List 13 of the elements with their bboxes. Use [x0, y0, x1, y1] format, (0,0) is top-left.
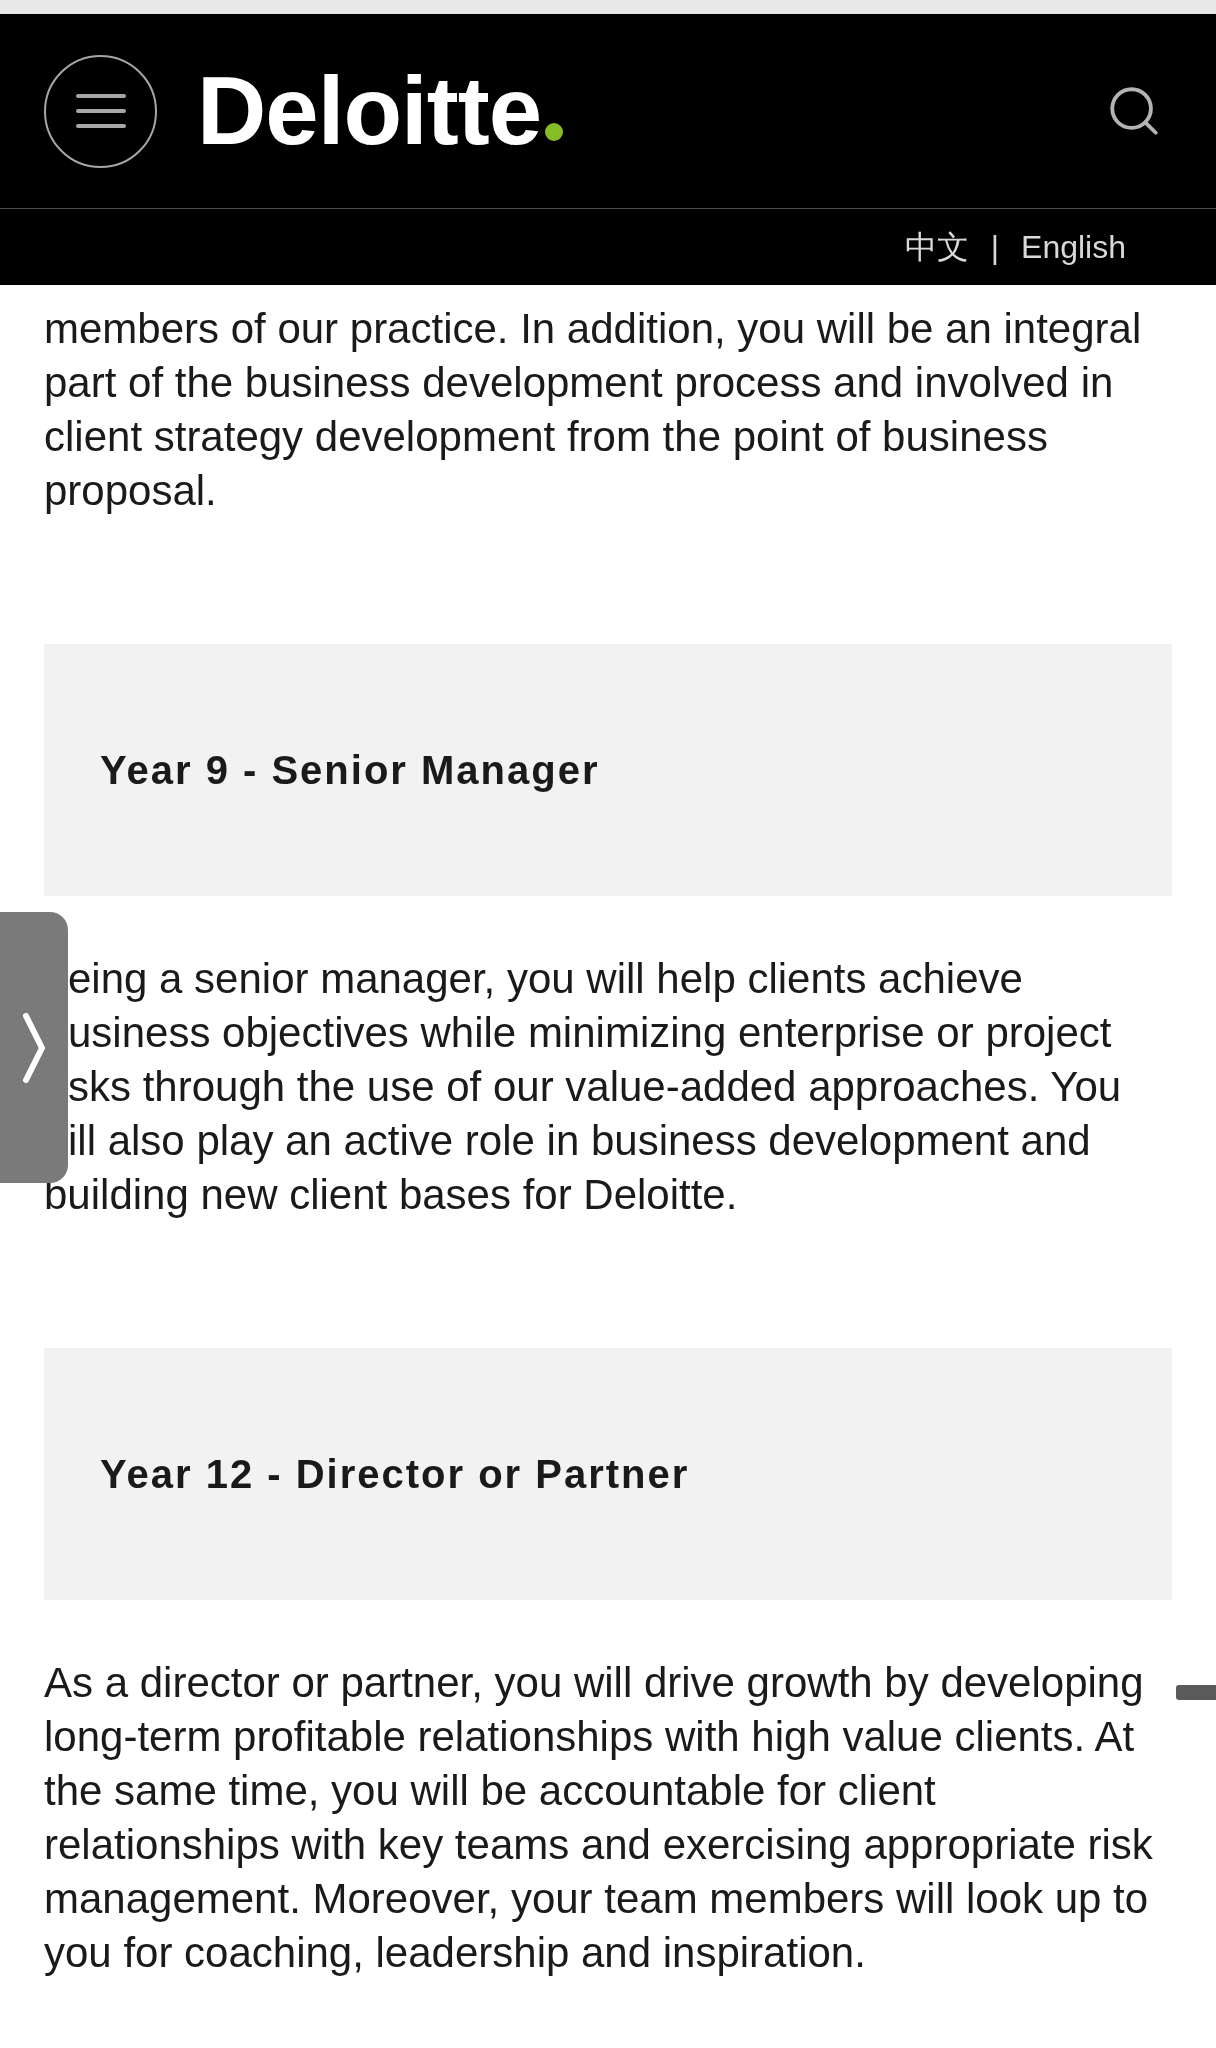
- body-paragraph: members of our practice. In addition, you will be an integral part of the business development process and involved in client strategy development from the point of business proposal.: [44, 304, 1143, 516]
- language-link[interactable]: 中文: [904, 231, 969, 263]
- brand-logo-text[interactable]: Deloitte: [197, 63, 542, 159]
- chevron-right-icon: [22, 1011, 46, 1084]
- section-heading: Year 12 - Director or Partner: [100, 1454, 690, 1494]
- menu-icon: [75, 94, 126, 128]
- language-separator: |: [990, 228, 1000, 267]
- language-link[interactable]: English: [1021, 231, 1126, 263]
- scroll-indicator: [1176, 1685, 1216, 1700]
- menu-button[interactable]: [44, 54, 157, 168]
- body-paragraph: eing a senior manager, you will help clients achieve usiness objectives while minimizing enterprise or project sks through the use of our value-added approaches. You ill also play an active role in business development and building new client bases for Deloitte.: [44, 954, 1123, 1220]
- section-heading: Year 9 - Senior Manager: [100, 750, 600, 790]
- body-paragraph: As a director or partner, you will drive growth by developing long-term profitable relationships with high value clients. At the same time, you will be accountable for client relationships with key teams and exercising appropriate risk management. Moreover, your team members will look up to you for coaching, leadership and inspiration.: [44, 1658, 1154, 1978]
